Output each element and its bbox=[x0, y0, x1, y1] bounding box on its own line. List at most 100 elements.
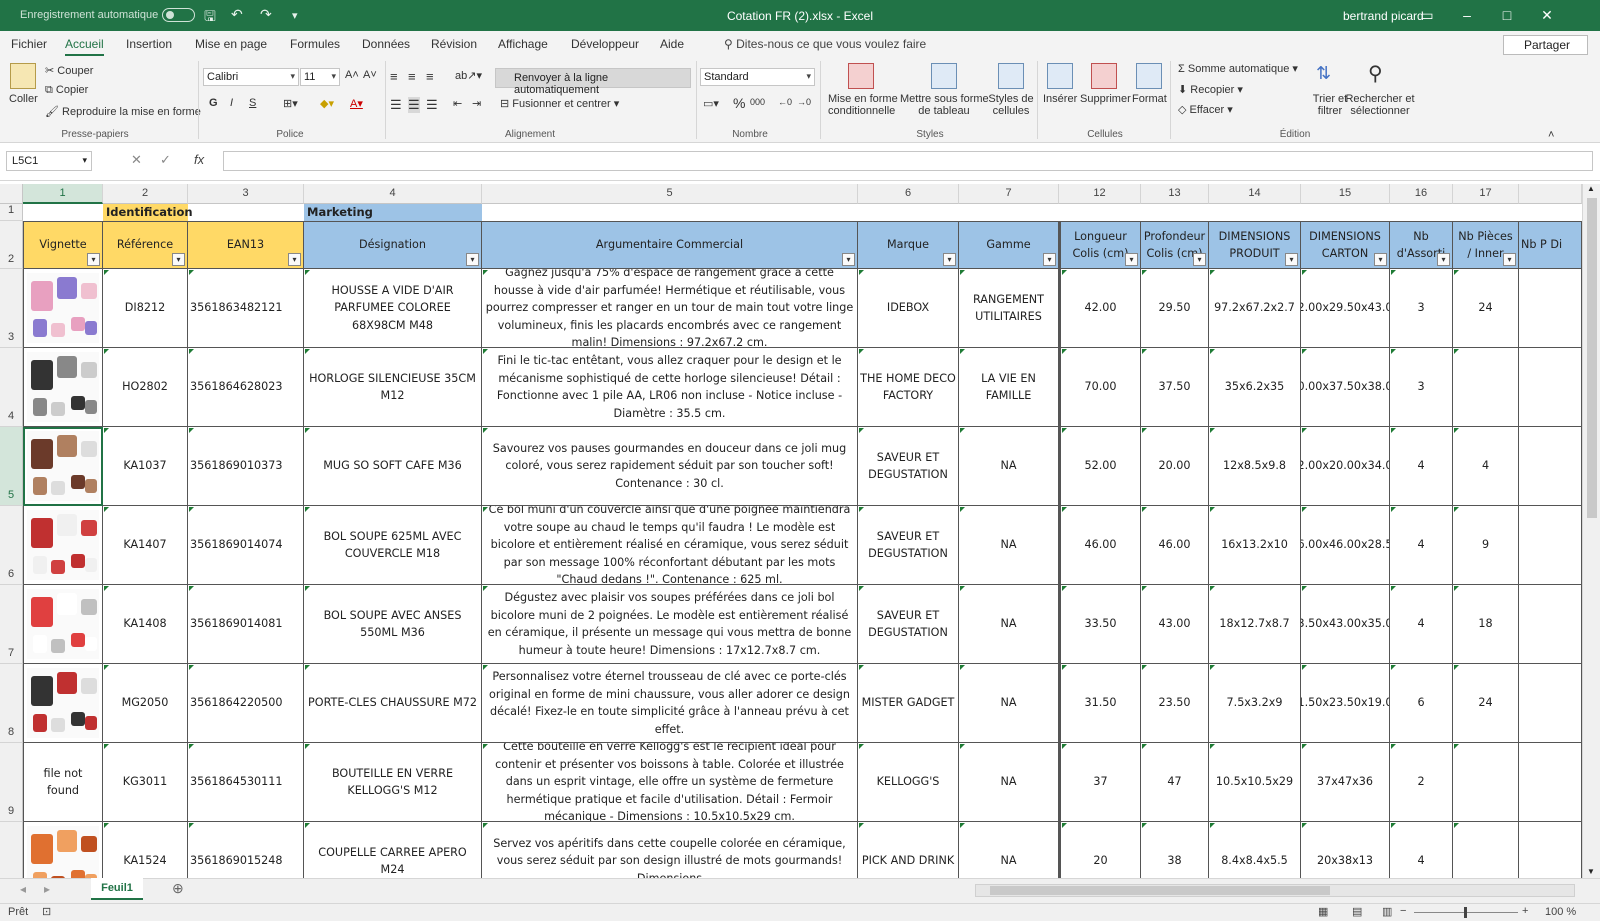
row-header[interactable]: 6 bbox=[0, 506, 23, 585]
row-header[interactable]: 2 bbox=[0, 221, 23, 269]
function-icon[interactable]: fx bbox=[194, 152, 204, 167]
error-indicator-icon[interactable] bbox=[1210, 349, 1215, 354]
dimensions-produit-cell[interactable]: 18x12.7x8.7 bbox=[1209, 585, 1301, 664]
error-indicator-icon[interactable] bbox=[1391, 665, 1396, 670]
argumentaire-cell[interactable]: Personnalisez votre éternel trousseau de… bbox=[482, 664, 858, 743]
designation-cell[interactable]: COUPELLE CARREE APERO M24 bbox=[304, 822, 482, 878]
error-indicator-icon[interactable] bbox=[1454, 270, 1459, 275]
column-header[interactable] bbox=[1519, 184, 1582, 204]
scroll-up-icon[interactable]: ▲ bbox=[1587, 184, 1595, 193]
error-indicator-icon[interactable] bbox=[1302, 586, 1307, 591]
header-cell[interactable]: Profondeur Colis (cm) ▾ bbox=[1141, 221, 1209, 269]
error-indicator-icon[interactable] bbox=[1062, 428, 1067, 433]
designation-cell[interactable]: HOUSSE A VIDE D'AIR PARFUMEE COLOREE 68X… bbox=[304, 269, 482, 348]
product-thumbnail[interactable] bbox=[27, 510, 99, 580]
nb-assorti-cell[interactable]: 4 bbox=[1390, 822, 1453, 878]
error-indicator-icon[interactable] bbox=[1062, 507, 1067, 512]
argumentaire-cell[interactable]: Servez vos apéritifs dans cette coupelle… bbox=[482, 822, 858, 878]
error-indicator-icon[interactable] bbox=[1142, 823, 1147, 828]
share-button[interactable]: Partager bbox=[1503, 35, 1588, 55]
increase-decimal-icon[interactable]: ←0 bbox=[778, 97, 792, 107]
insert-cells-icon[interactable] bbox=[1047, 63, 1073, 89]
enter-icon[interactable]: ✓ bbox=[160, 152, 171, 168]
collapse-ribbon-icon[interactable]: ˄ bbox=[1548, 129, 1554, 141]
error-indicator-icon[interactable] bbox=[1454, 507, 1459, 512]
column-header[interactable]: 12 bbox=[1059, 184, 1141, 204]
error-indicator-icon[interactable] bbox=[305, 428, 310, 433]
error-indicator-icon[interactable] bbox=[1210, 665, 1215, 670]
tab-donnees[interactable]: Données bbox=[362, 37, 410, 51]
borders-icon[interactable]: ⊞▾ bbox=[283, 97, 298, 110]
ean13-cell[interactable]: 3561869010373 bbox=[188, 427, 304, 506]
vignette-cell[interactable] bbox=[23, 269, 103, 348]
dimensions-carton-cell[interactable]: 46.00x46.00x28.50 bbox=[1301, 506, 1390, 585]
font-color-icon[interactable]: A▾ bbox=[350, 97, 363, 110]
designation-cell[interactable]: HORLOGE SILENCIEUSE 35CM M12 bbox=[304, 348, 482, 427]
error-indicator-icon[interactable] bbox=[305, 744, 310, 749]
row-header[interactable]: 9 bbox=[0, 743, 23, 822]
row-header[interactable]: 7 bbox=[0, 585, 23, 664]
column-header[interactable]: 6 bbox=[858, 184, 959, 204]
error-indicator-icon[interactable] bbox=[483, 428, 488, 433]
error-indicator-icon[interactable] bbox=[104, 665, 109, 670]
error-indicator-icon[interactable] bbox=[1062, 270, 1067, 275]
cell[interactable] bbox=[1519, 822, 1582, 878]
wrap-text-button[interactable]: Renvoyer à la ligne automatiquement bbox=[495, 68, 691, 96]
group-header-identification[interactable]: Identification bbox=[103, 204, 193, 221]
error-indicator-icon[interactable] bbox=[1302, 270, 1307, 275]
error-indicator-icon[interactable] bbox=[189, 349, 194, 354]
tab-formules[interactable]: Formules bbox=[290, 37, 340, 51]
horizontal-scroll-thumb[interactable] bbox=[990, 886, 1330, 895]
nb-assorti-cell[interactable]: 4 bbox=[1390, 585, 1453, 664]
header-cell[interactable]: Gamme ▾ bbox=[959, 221, 1059, 269]
normal-view-icon[interactable]: ▦ bbox=[1318, 905, 1328, 918]
gamme-cell[interactable]: NA bbox=[959, 822, 1059, 878]
error-indicator-icon[interactable] bbox=[104, 823, 109, 828]
product-thumbnail[interactable] bbox=[27, 668, 99, 738]
marque-cell[interactable]: MISTER GADGET bbox=[858, 664, 959, 743]
ean13-cell[interactable]: 3561869014081 bbox=[188, 585, 304, 664]
error-indicator-icon[interactable] bbox=[305, 507, 310, 512]
error-indicator-icon[interactable] bbox=[1210, 744, 1215, 749]
error-indicator-icon[interactable] bbox=[960, 270, 965, 275]
decrease-decimal-icon[interactable]: →0 bbox=[797, 97, 811, 107]
error-indicator-icon[interactable] bbox=[189, 507, 194, 512]
longueur-cell[interactable]: 42.00 bbox=[1059, 269, 1141, 348]
error-indicator-icon[interactable] bbox=[1210, 270, 1215, 275]
tab-aide[interactable]: Aide bbox=[660, 37, 684, 51]
error-indicator-icon[interactable] bbox=[1142, 428, 1147, 433]
longueur-cell[interactable]: 37 bbox=[1059, 743, 1141, 822]
vignette-cell[interactable] bbox=[23, 348, 103, 427]
nb-pieces-cell[interactable]: 24 bbox=[1453, 269, 1519, 348]
find-select-icon[interactable]: ⚲ bbox=[1368, 61, 1383, 86]
select-all-corner[interactable] bbox=[0, 184, 23, 204]
zoom-slider-thumb[interactable] bbox=[1464, 907, 1467, 918]
dimensions-carton-cell[interactable]: 37x47x36 bbox=[1301, 743, 1390, 822]
argumentaire-cell[interactable]: Fini le tic-tac entêtant, vous allez cra… bbox=[482, 348, 858, 427]
longueur-cell[interactable]: 33.50 bbox=[1059, 585, 1141, 664]
dimensions-carton-cell[interactable]: 42.00x29.50x43.00 bbox=[1301, 269, 1390, 348]
longueur-cell[interactable]: 52.00 bbox=[1059, 427, 1141, 506]
filter-dropdown-icon[interactable]: ▾ bbox=[842, 253, 855, 266]
column-header[interactable]: 14 bbox=[1209, 184, 1301, 204]
error-indicator-icon[interactable] bbox=[1302, 349, 1307, 354]
header-cell[interactable]: Désignation ▾ bbox=[304, 221, 482, 269]
error-indicator-icon[interactable] bbox=[189, 823, 194, 828]
error-indicator-icon[interactable] bbox=[483, 665, 488, 670]
close-icon[interactable]: ✕ bbox=[1532, 4, 1562, 26]
reference-cell[interactable]: KA1037 bbox=[103, 427, 188, 506]
error-indicator-icon[interactable] bbox=[104, 744, 109, 749]
marque-cell[interactable]: SAVEUR ET DEGUSTATION bbox=[858, 585, 959, 664]
ean13-cell[interactable]: 3561869014074 bbox=[188, 506, 304, 585]
gamme-cell[interactable]: NA bbox=[959, 506, 1059, 585]
error-indicator-icon[interactable] bbox=[1454, 744, 1459, 749]
error-indicator-icon[interactable] bbox=[1142, 665, 1147, 670]
nb-assorti-cell[interactable]: 3 bbox=[1390, 269, 1453, 348]
product-thumbnail[interactable] bbox=[27, 589, 99, 659]
dimensions-produit-cell[interactable]: 12x8.5x9.8 bbox=[1209, 427, 1301, 506]
fill-button[interactable]: ⬇ Recopier ▾ bbox=[1178, 83, 1243, 96]
tab-affichage[interactable]: Affichage bbox=[498, 37, 548, 51]
add-sheet-icon[interactable]: ⊕ bbox=[172, 880, 184, 897]
reference-cell[interactable]: MG2050 bbox=[103, 664, 188, 743]
paste-icon[interactable] bbox=[10, 63, 36, 89]
